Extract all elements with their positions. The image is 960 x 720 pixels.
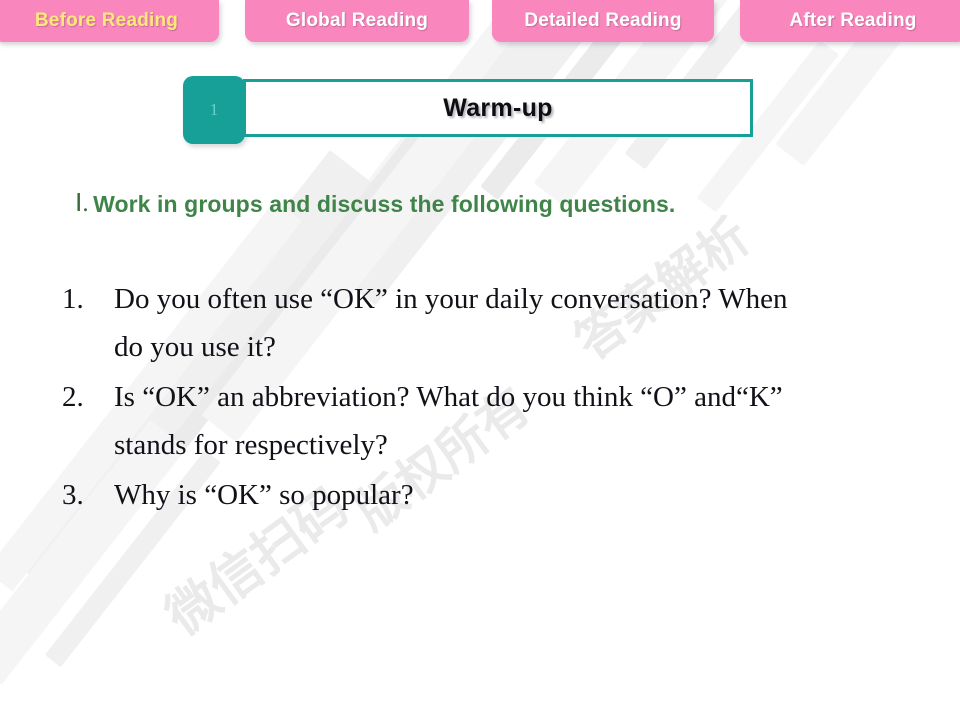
question-text: Do you often use “OK” in your daily conv… xyxy=(114,275,942,371)
tab-before-reading[interactable]: Before Reading xyxy=(0,0,219,42)
reading-stage-tabbar: Before Reading Global Reading Detailed R… xyxy=(0,0,960,48)
section-title-box: Warm-up xyxy=(243,79,753,137)
question-text: Why is “OK” so popular? xyxy=(114,471,942,519)
question-item: 1. Do you often use “OK” in your daily c… xyxy=(62,275,942,371)
tab-label: After Reading xyxy=(789,10,917,31)
heading-text: Work in groups and discuss the following… xyxy=(93,191,676,217)
tab-label: Before Reading xyxy=(34,10,179,31)
heading-separator: . xyxy=(82,190,89,217)
question-item: 2. Is “OK” an abbreviation? What do you … xyxy=(62,373,942,469)
tab-label: Detailed Reading xyxy=(524,10,682,31)
question-number: 3. xyxy=(62,479,84,511)
section-title: Warm-up xyxy=(443,93,553,122)
question-line: Why is “OK” so popular? xyxy=(114,479,414,511)
question-number: 1. xyxy=(62,283,84,315)
question-item: 3. Why is “OK” so popular? xyxy=(62,471,942,519)
tab-label: Global Reading xyxy=(285,10,429,31)
question-line: stands for respectively? xyxy=(114,429,388,461)
question-text: Is “OK” an abbreviation? What do you thi… xyxy=(114,373,942,469)
tab-after-reading[interactable]: After Reading xyxy=(740,0,960,42)
tab-detailed-reading[interactable]: Detailed Reading xyxy=(492,0,714,42)
instruction-heading: Ⅰ. Work in groups and discuss the follow… xyxy=(75,188,675,218)
question-number: 2. xyxy=(62,381,84,413)
section-number: 1 xyxy=(209,100,219,119)
question-list: 1. Do you often use “OK” in your daily c… xyxy=(62,275,942,521)
question-line: Is “OK” an abbreviation? What do you thi… xyxy=(114,381,783,413)
section-number-badge: 1 xyxy=(183,76,245,144)
slide-canvas: 微信扫码 版权所有 答案解析 Before Reading Global Rea… xyxy=(0,0,960,720)
question-line: do you use it? xyxy=(114,331,276,363)
question-line: Do you often use “OK” in your daily conv… xyxy=(114,283,788,315)
tab-global-reading[interactable]: Global Reading xyxy=(245,0,469,42)
